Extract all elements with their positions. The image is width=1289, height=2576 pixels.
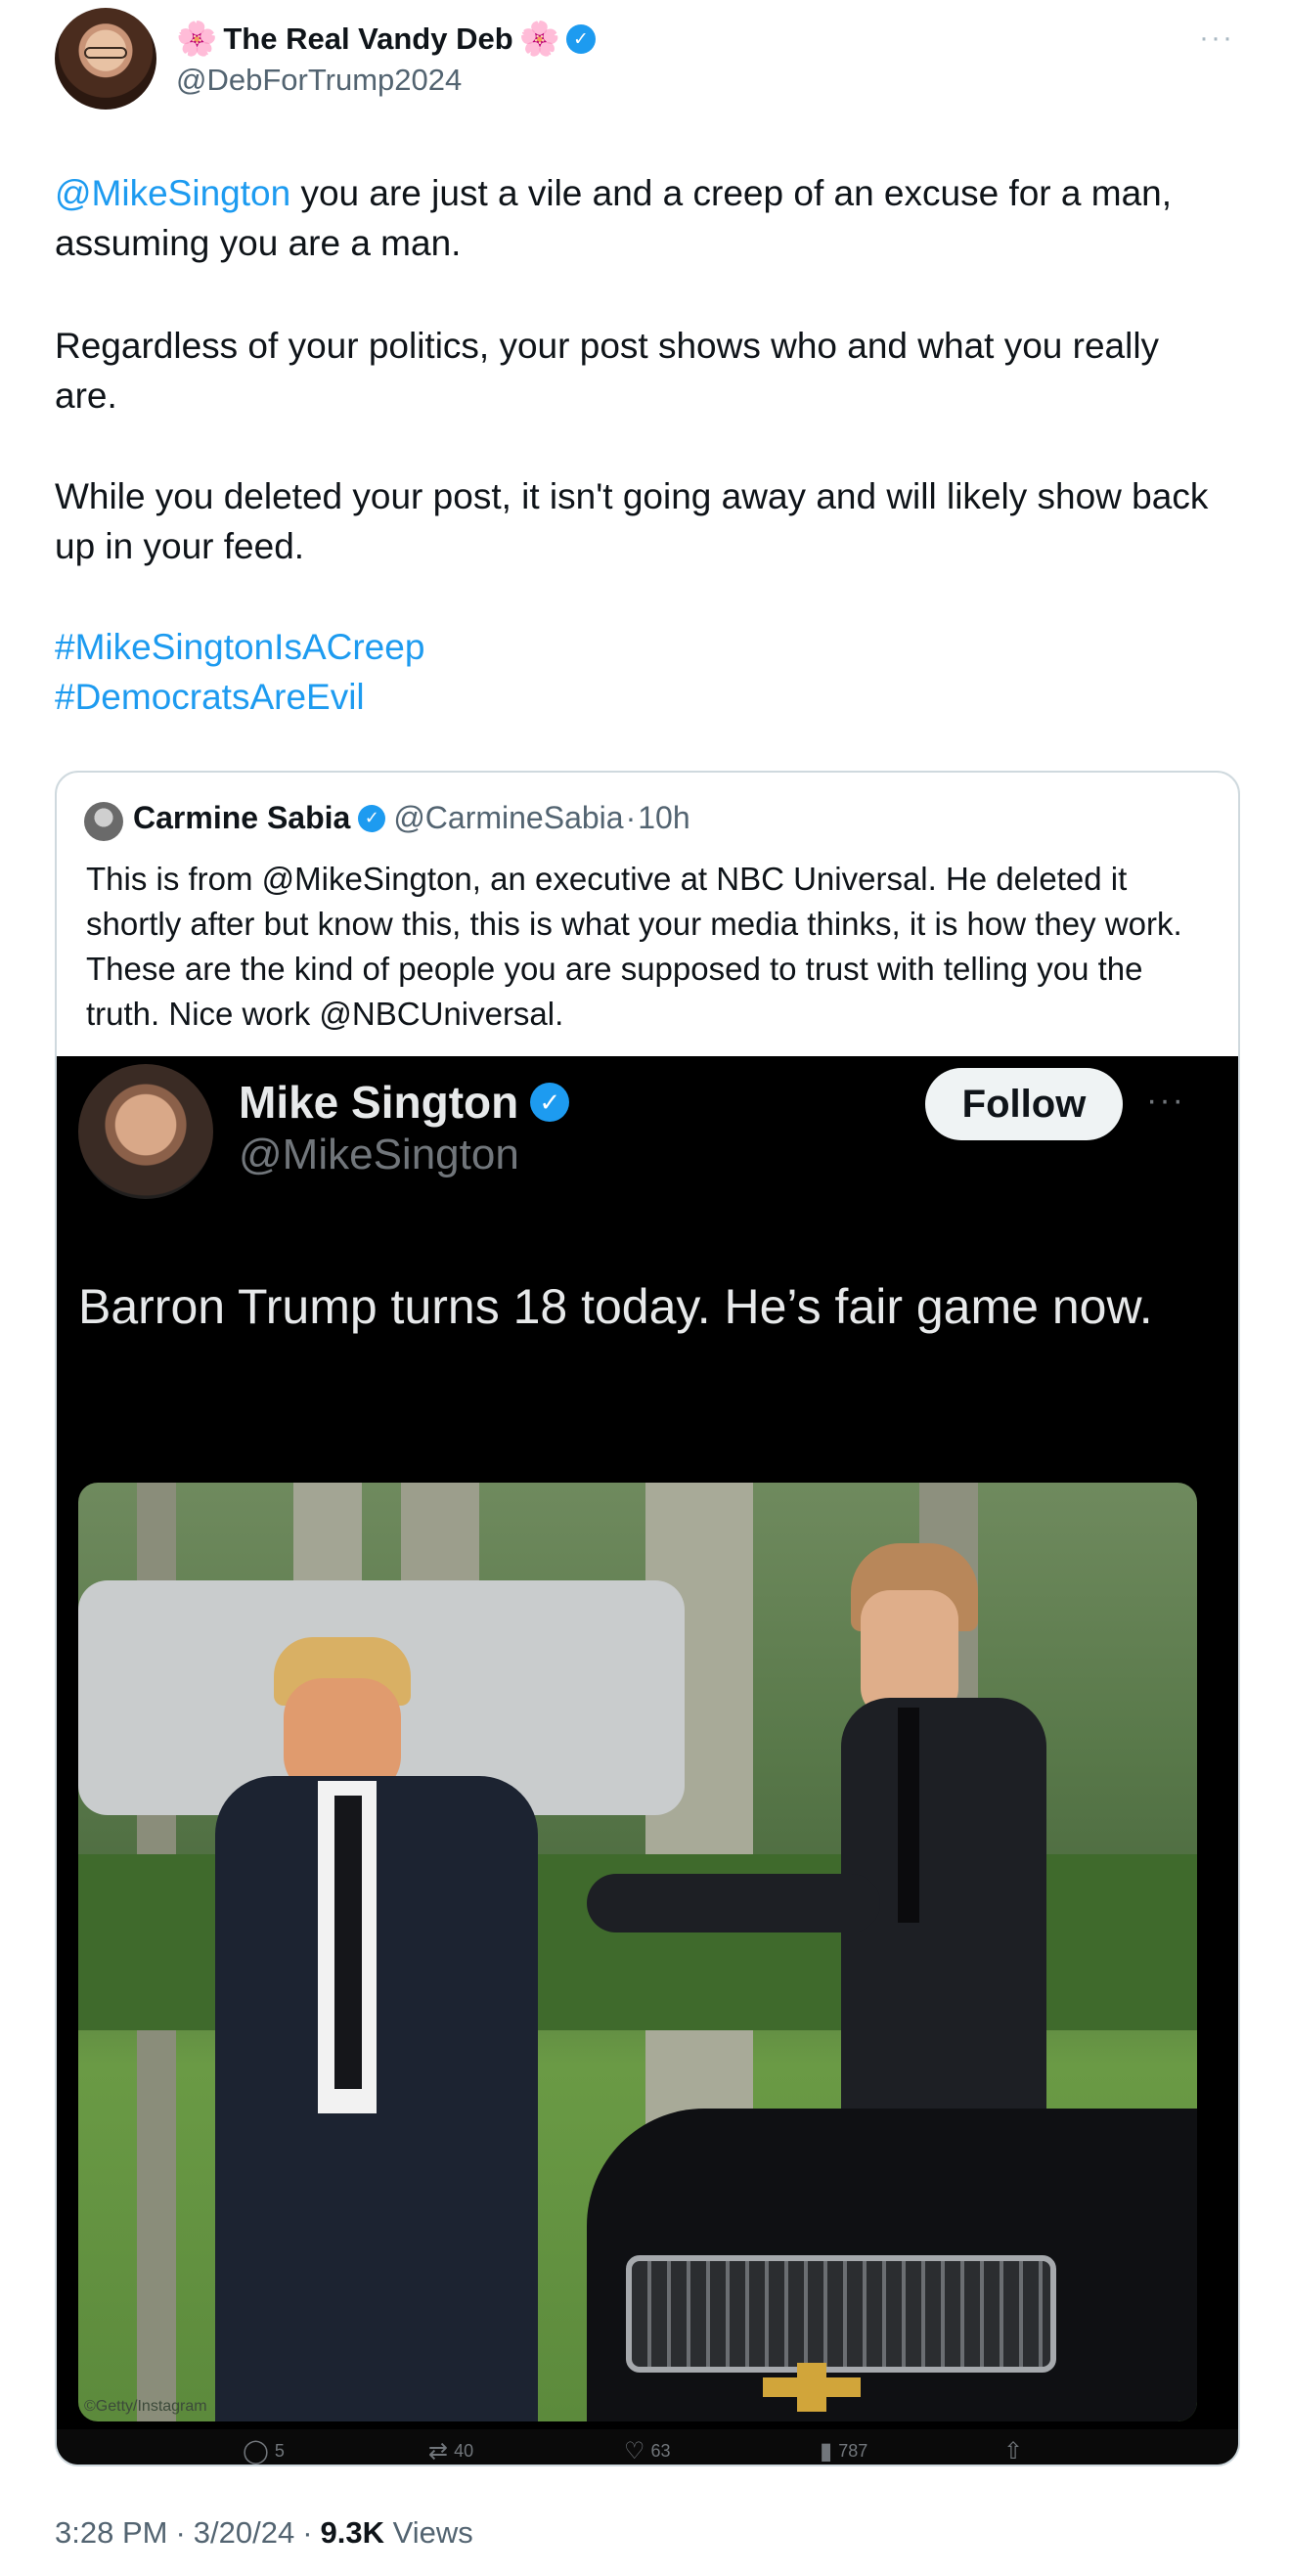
suv-grille [626,2255,1056,2373]
like-icon: ♡ 63 [624,2438,671,2465]
tweet-time[interactable]: 3:28 PM [55,2515,167,2551]
mention-link[interactable]: @MikeSington [55,173,290,213]
views-label: Views [392,2515,473,2550]
man-right-tie [898,1708,919,1923]
man-left-suit [215,1776,538,2421]
embedded-author-handle: @MikeSington [239,1131,519,1178]
embedded-action-bar: ◯ 5 ⇄ 40 ♡ 63 ▮ 787 ⇧ [57,2429,1238,2465]
repost-count: 40 [454,2441,474,2461]
tweet-paragraph-2: Regardless of your politics, your post s… [55,326,1160,416]
verified-badge-icon: ✓ [530,1083,570,1122]
separator-dot: · [175,2515,186,2550]
embedded-author-name: Mike Sington [239,1077,519,1128]
glasses-graphic [84,47,127,59]
quoted-author-row: Carmine Sabia ✓ @CarmineSabia · 10h [133,800,690,836]
more-options-icon[interactable]: ··· [1199,22,1234,55]
quoted-tweet-text: This is from @MikeSington, an executive … [86,861,1182,1032]
views-count: 787 [838,2441,868,2461]
views-stat[interactable]: 9.3K Views [321,2515,473,2551]
more-options-icon: ··· [1146,1082,1185,1119]
separator-dot: · [302,2515,313,2550]
quoted-author-name: Carmine Sabia [133,800,351,835]
share-icon: ⇧ [1003,2438,1024,2465]
like-count: 63 [650,2441,671,2461]
hashtag-list: #MikeSingtonIsACreep #DemocratsAreEvil [55,622,1228,722]
author-handle[interactable]: @DebForTrump2024 [176,63,462,98]
quoted-author-handle: @CarmineSabia [393,800,624,835]
views-icon: ▮ 787 [820,2438,868,2465]
flower-icon: 🌸 [176,21,218,58]
man-left-tie [334,1796,362,2089]
author-name-row[interactable]: 🌸 The Real Vandy Deb 🌸 ✓ [176,21,597,58]
quoted-tweet-card[interactable]: Carmine Sabia ✓ @CarmineSabia · 10h This… [55,771,1240,2466]
author-display-name[interactable]: The Real Vandy Deb [223,22,512,57]
tweet-paragraph-3: While you deleted your post, it isn't go… [55,476,1209,566]
hashtag-link[interactable]: #DemocratsAreEvil [55,672,1228,722]
embedded-author-avatar [78,1064,213,1199]
reply-count: 5 [274,2441,285,2461]
quoted-author-avatar [84,802,123,841]
post-photo: ©Getty/Instagram [78,1483,1197,2421]
tweet-meta-footer: 3:28 PM · 3/20/24 · 9.3K Views [55,2515,473,2551]
photo-caption: ©Getty/Instagram [84,2398,207,2415]
separator-dot: · [625,800,637,835]
follow-button: Follow [925,1068,1123,1140]
reply-icon: ◯ 5 [243,2438,285,2465]
verified-badge-icon: ✓ [566,24,597,54]
tweet-date[interactable]: 3/20/24 [194,2515,294,2551]
repost-icon: ⇄ 40 [428,2438,474,2465]
embedded-post-image[interactable]: Mike Sington ✓ @MikeSington Follow ··· B… [57,1056,1238,2465]
hashtag-link[interactable]: #MikeSingtonIsACreep [55,622,1228,672]
views-count: 9.3K [320,2515,385,2550]
embedded-post-text: Barron Trump turns 18 today. He’s fair g… [78,1279,1153,1334]
quoted-time: 10h [638,800,690,835]
tweet-paragraph-1: @MikeSington you are just a vile and a c… [55,168,1228,268]
flower-icon: 🌸 [518,21,561,58]
man-right-arm [587,1874,880,1932]
author-avatar[interactable] [55,8,156,110]
embedded-author-row: Mike Sington ✓ [239,1076,570,1129]
verified-badge-icon: ✓ [358,804,386,832]
